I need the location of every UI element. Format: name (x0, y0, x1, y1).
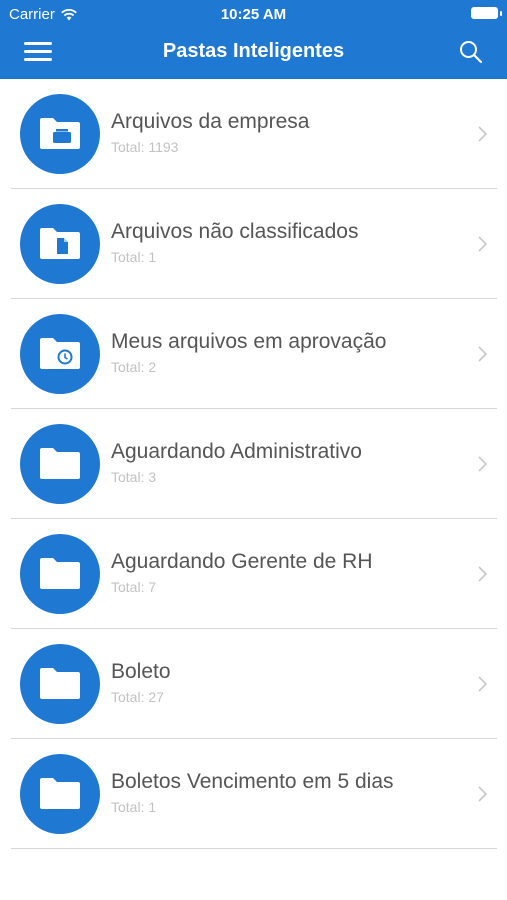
chevron-right-icon (478, 236, 487, 252)
folder-avatar (20, 314, 100, 394)
folder-count: Total: 1193 (111, 139, 179, 155)
folder-avatar (20, 424, 100, 504)
list-item[interactable]: Arquivos não classificados Total: 1 (0, 189, 507, 299)
document-folder-icon (40, 228, 80, 259)
clock-folder-icon (40, 338, 80, 369)
folder-name: Aguardando Gerente de RH (111, 550, 373, 573)
folder-avatar (20, 94, 100, 174)
folder-name: Boletos Vencimento em 5 dias (111, 770, 394, 793)
chevron-right-icon (478, 456, 487, 472)
status-time: 10:25 AM (220, 6, 287, 23)
chevron-right-icon (478, 346, 487, 362)
folder-avatar (20, 534, 100, 614)
page-title: Pastas Inteligentes (162, 40, 345, 62)
folder-icon (40, 668, 80, 699)
folder-count: Total: 7 (111, 579, 157, 595)
search-icon (460, 41, 483, 64)
folder-name: Boleto (111, 660, 171, 683)
folder-icon (40, 448, 80, 479)
status-bar: Carrier 10:25 AM (0, 0, 507, 28)
chevron-right-icon (478, 676, 487, 692)
folder-icon (40, 558, 80, 589)
folder-name: Meus arquivos em aprovação (111, 330, 387, 353)
list-item[interactable]: Boletos Vencimento em 5 dias Total: 1 (0, 739, 507, 849)
chevron-right-icon (478, 786, 487, 802)
folder-count: Total: 1 (111, 249, 157, 265)
folder-name: Aguardando Administrativo (111, 440, 362, 463)
battery-icon (471, 7, 502, 19)
list-item[interactable]: Aguardando Gerente de RH Total: 7 (0, 519, 507, 629)
folder-name: Arquivos da empresa (111, 110, 310, 133)
folder-count: Total: 3 (111, 469, 157, 485)
folder-count: Total: 27 (111, 689, 164, 705)
briefcase-folder-icon (40, 118, 80, 149)
folder-list: Arquivos da empresa Total: 1193 Arquivos… (0, 79, 507, 849)
folder-avatar (20, 204, 100, 284)
search-button[interactable] (459, 40, 485, 66)
list-item[interactable]: Boleto Total: 27 (0, 629, 507, 739)
folder-name: Arquivos não classificados (111, 220, 359, 243)
folder-avatar (20, 754, 100, 834)
chevron-right-icon (478, 126, 487, 142)
top-bar: Carrier 10:25 AM Pastas Inteligentes (0, 0, 507, 79)
chevron-right-icon (478, 566, 487, 582)
list-item[interactable]: Arquivos da empresa Total: 1193 (0, 79, 507, 189)
folder-count: Total: 1 (111, 799, 157, 815)
list-item[interactable]: Aguardando Administrativo Total: 3 (0, 409, 507, 519)
folder-icon (40, 778, 80, 809)
navigation-bar: Pastas Inteligentes (0, 28, 507, 79)
list-item[interactable]: Meus arquivos em aprovação Total: 2 (0, 299, 507, 409)
folder-avatar (20, 644, 100, 724)
folder-count: Total: 2 (111, 359, 157, 375)
